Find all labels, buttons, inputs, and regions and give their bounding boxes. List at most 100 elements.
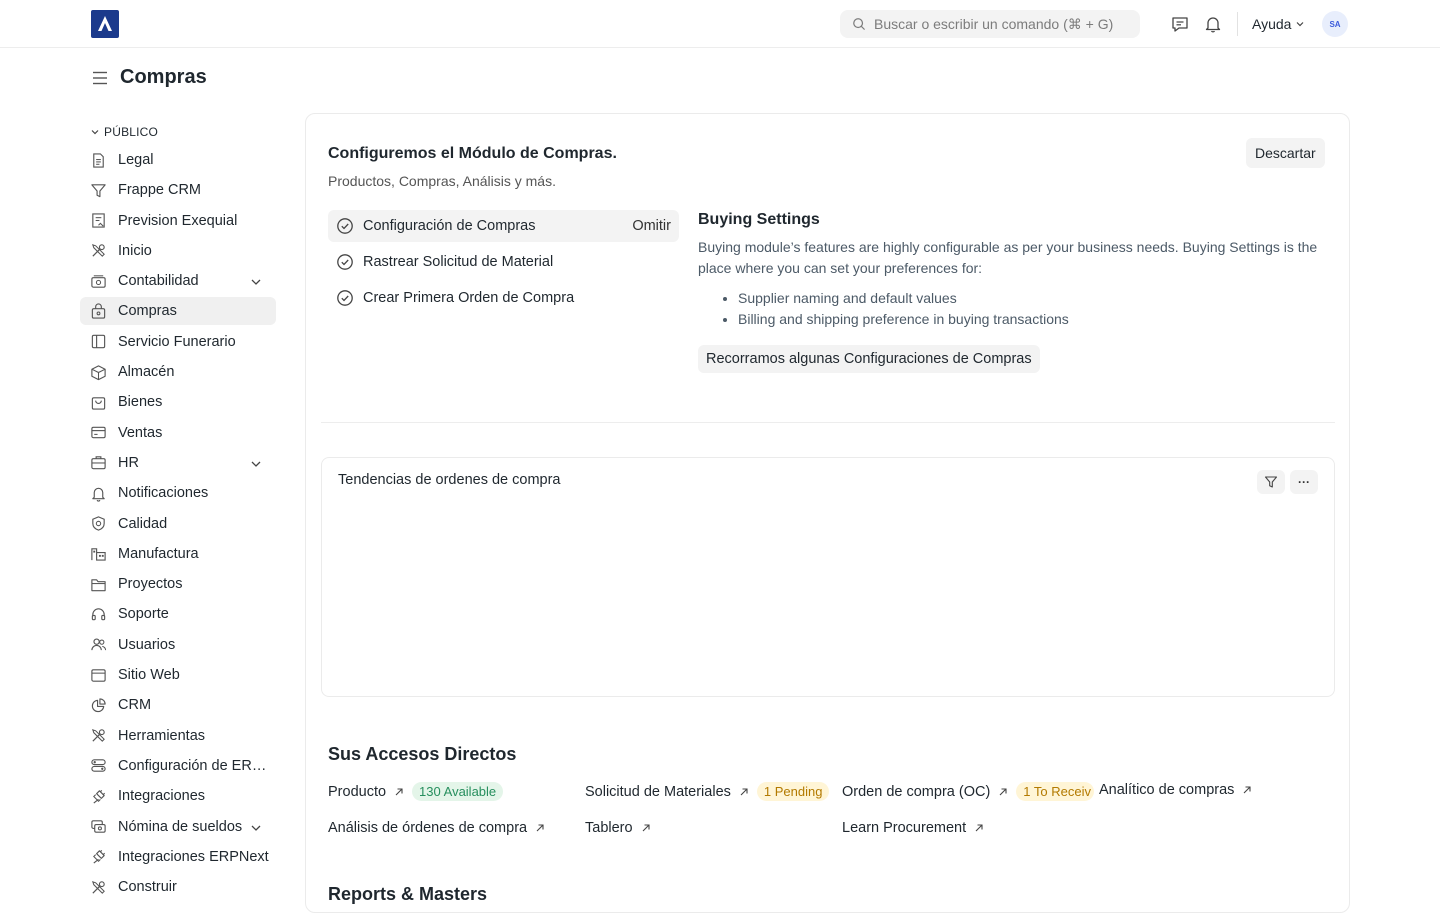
sidebar-item-label: Prevision Exequial <box>118 212 238 229</box>
sidebar-item-legal[interactable]: Legal <box>80 146 276 174</box>
step-detail-title: Buying Settings <box>698 211 820 228</box>
chevron-down-icon <box>91 130 99 135</box>
briefcase-icon <box>91 456 106 470</box>
sidebar-item-integraciones[interactable]: Integraciones <box>80 782 276 810</box>
search-input[interactable] <box>874 16 1134 32</box>
shortcuts-title: Sus Accesos Directos <box>328 744 517 764</box>
sidebar-item-inicio[interactable]: Inicio <box>80 237 276 265</box>
shortcut-item[interactable]: Tablero <box>585 820 651 836</box>
sidebar-item-label: Inicio <box>118 242 152 259</box>
shortcut-item[interactable]: Learn Procurement <box>842 820 984 836</box>
check-circle-icon <box>337 290 353 306</box>
onboarding-step[interactable]: Configuración de Compras Omitir <box>328 210 679 242</box>
sidebar-item-label: Integraciones ERPNext <box>118 848 269 865</box>
shortcut-item[interactable]: Analítico de compras <box>1099 782 1252 798</box>
step-label: Configuración de Compras <box>363 218 536 234</box>
notifications-bell-icon[interactable] <box>1203 14 1223 34</box>
chevron-down-icon[interactable] <box>250 822 262 834</box>
bag-icon <box>91 397 106 410</box>
more-options-button[interactable]: ··· <box>1290 470 1318 494</box>
sidebar-item-compras[interactable]: Compras <box>80 297 276 326</box>
workspace-main: Configuremos el Módulo de Compras. Produ… <box>305 113 1350 913</box>
sidebar-item-label: Proyectos <box>118 576 183 593</box>
sidebar-item-configuracion-erpnext[interactable]: Configuración de ERPNext <box>80 752 276 780</box>
app-logo[interactable] <box>91 10 119 38</box>
sidebar-item-servicio-funerario[interactable]: Servicio Funerario <box>80 328 276 356</box>
sidebar-item-notificaciones[interactable]: Notificaciones <box>80 479 276 507</box>
shortcut-item[interactable]: Orden de compra (OC) 1 To Receiv <box>842 782 1095 801</box>
sidebar-item-manufactura[interactable]: Manufactura <box>80 540 276 568</box>
sidebar-item-ventas[interactable]: Ventas <box>80 419 276 447</box>
sidebar-item-label: CRM <box>118 697 152 714</box>
sidebar-item-calidad[interactable]: Calidad <box>80 510 276 538</box>
sidebar-item-herramientas[interactable]: Herramientas <box>80 722 276 750</box>
shortcut-count-badge: 1 Pending <box>756 782 830 801</box>
step-label: Crear Primera Orden de Compra <box>363 290 575 306</box>
user-avatar[interactable]: SA <box>1322 11 1348 37</box>
folder-icon <box>91 578 106 591</box>
shortcut-item[interactable]: Solicitud de Materiales 1 Pending <box>585 782 830 801</box>
step-detail-text: Buying module’s features are highly conf… <box>698 239 1318 276</box>
sidebar-item-integraciones-erpnext[interactable]: Integraciones ERPNext <box>80 843 276 871</box>
shortcut-item[interactable]: Análisis de órdenes de compra <box>328 820 545 836</box>
dismiss-button[interactable]: Descartar <box>1246 138 1325 168</box>
filter-button[interactable] <box>1257 470 1285 494</box>
sidebar-item-label: Servicio Funerario <box>118 333 236 350</box>
onboarding-step[interactable]: Rastrear Solicitud de Material <box>328 246 679 278</box>
buying-icon <box>91 303 106 319</box>
sidebar-item-nomina-de-sueldos[interactable]: Nómina de sueldos <box>80 813 276 841</box>
check-circle-icon <box>337 254 353 270</box>
arrow-up-right-icon <box>642 824 650 832</box>
money-icon <box>91 820 106 833</box>
sidebar-item-construir[interactable]: Construir <box>80 873 276 901</box>
tools-icon <box>92 880 105 894</box>
sidebar-toggle-icon[interactable] <box>91 69 109 87</box>
sidebar-item-hr[interactable]: HR <box>80 449 276 477</box>
shortcut-label: Learn Procurement <box>842 820 967 836</box>
arrow-up-right-icon <box>395 787 403 795</box>
sidebar-item-crm[interactable]: CRM <box>80 691 276 719</box>
arrow-up-right-icon <box>975 824 983 832</box>
chevron-down-icon[interactable] <box>250 458 262 470</box>
shortcut-label: Orden de compra (OC) <box>842 783 991 800</box>
sidebar-item-soporte[interactable]: Soporte <box>80 600 276 628</box>
navbar: Ayuda SA <box>0 0 1440 48</box>
sidebar-item-label: Almacén <box>118 364 175 381</box>
arrow-up-right-icon <box>536 824 544 832</box>
chevron-down-icon[interactable] <box>250 276 262 288</box>
sidebar-item-prevision-exequial[interactable]: Prevision Exequial <box>80 207 276 235</box>
onboarding-step[interactable]: Crear Primera Orden de Compra <box>328 282 679 314</box>
shortcut-label: Análisis de órdenes de compra <box>328 820 528 836</box>
shortcut-label: Producto <box>328 783 387 800</box>
chat-icon[interactable] <box>1170 14 1190 34</box>
arrow-up-right-icon <box>1244 786 1251 794</box>
sidebar-item-proyectos[interactable]: Proyectos <box>80 570 276 598</box>
sidebar-item-label: Herramientas <box>118 727 206 744</box>
sidebar-item-contabilidad[interactable]: Contabilidad <box>80 267 276 295</box>
sidebar-item-frappe-crm[interactable]: Frappe CRM <box>80 176 276 204</box>
headset-icon <box>91 608 106 621</box>
card-icon <box>91 426 106 439</box>
sidebar-item-almacen[interactable]: Almacén <box>80 358 276 386</box>
shortcut-label: Tablero <box>585 820 633 836</box>
sidebar-section-public[interactable]: PÚBLICO <box>80 120 276 144</box>
skip-step-button[interactable]: Omitir <box>632 218 671 234</box>
browser-icon <box>91 668 106 682</box>
step-action-button[interactable]: Recorramos algunas Configuraciones de Co… <box>698 345 1040 373</box>
help-dropdown[interactable]: Ayuda <box>1252 16 1305 32</box>
sidebar-item-label: HR <box>118 454 139 471</box>
sidebar-item-bienes[interactable]: Bienes <box>80 388 276 416</box>
onboarding-title: Configuremos el Módulo de Compras. <box>328 145 617 162</box>
shortcut-count-badge: 1 To Receiv <box>1016 782 1095 801</box>
sidebar-item-label: Notificaciones <box>118 485 209 502</box>
plug-icon <box>93 850 106 864</box>
sidebar-item-usuarios[interactable]: Usuarios <box>80 631 276 659</box>
accounting-icon <box>91 275 106 288</box>
sidebar-item-label: Contabilidad <box>118 273 199 290</box>
search-bar[interactable] <box>840 10 1140 38</box>
sidebar-item-sitio-web[interactable]: Sitio Web <box>80 661 276 689</box>
sidebar-item-label: Configuración de ERPNext <box>118 757 274 774</box>
arrow-up-right-icon <box>740 787 748 795</box>
box-icon <box>91 364 106 380</box>
shortcut-item[interactable]: Producto 130 Available <box>328 782 504 801</box>
